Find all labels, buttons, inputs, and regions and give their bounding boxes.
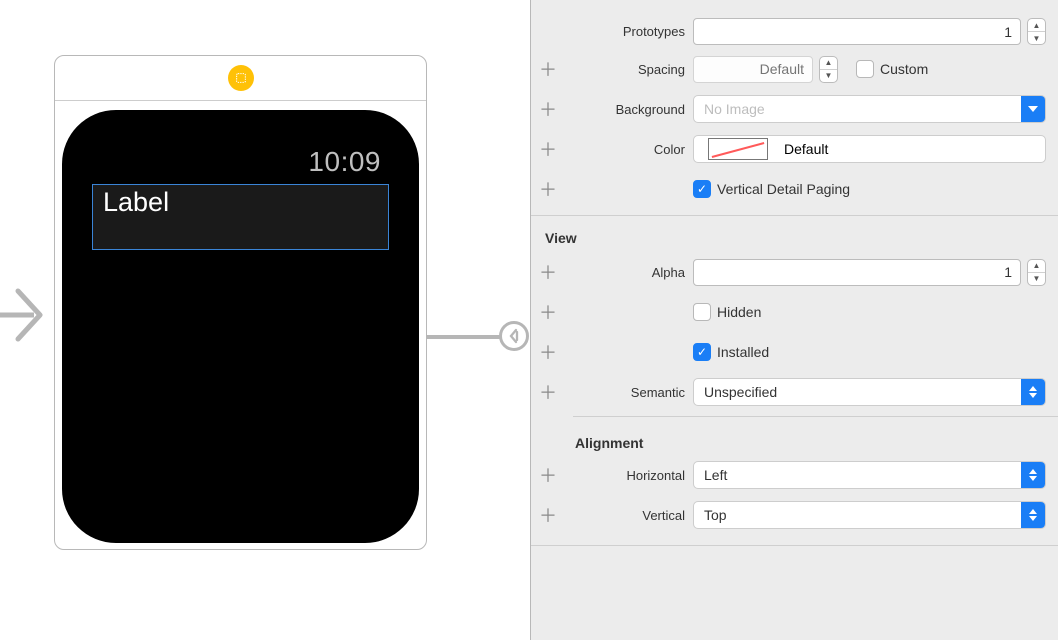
color-swatch-none-icon xyxy=(708,138,768,160)
horizontal-value: Left xyxy=(694,467,1021,483)
add-attribute-button[interactable]: ＋ xyxy=(531,56,565,82)
segue-exit-icon xyxy=(499,321,529,351)
row-installed: ＋ ✓ Installed xyxy=(531,332,1058,372)
dropdown-updown-icon xyxy=(1021,502,1045,528)
storyboard-canvas[interactable]: 10:09 Label xyxy=(0,0,530,640)
view-section-title: View xyxy=(531,216,1058,252)
watch-interface-scene[interactable]: 10:09 Label xyxy=(54,55,427,550)
label-element-selected[interactable]: Label xyxy=(92,184,389,250)
add-attribute-button[interactable]: ＋ xyxy=(531,259,565,285)
alpha-input[interactable] xyxy=(693,259,1021,286)
row-alpha: ＋ Alpha ▲ ▼ xyxy=(531,252,1058,292)
spacing-stepper[interactable]: ▲ ▼ xyxy=(819,56,838,83)
spacing-label: Spacing xyxy=(565,62,693,77)
watch-screen[interactable]: 10:09 Label xyxy=(62,110,419,543)
background-label: Background xyxy=(565,102,693,117)
row-vertical: ＋ Vertical Top xyxy=(531,495,1058,535)
stepper-down-icon[interactable]: ▼ xyxy=(1028,273,1045,285)
prototypes-stepper[interactable]: ▲ ▼ xyxy=(1027,18,1046,45)
prototypes-label: Prototypes xyxy=(565,24,693,39)
row-prototypes: Prototypes ▲ ▼ xyxy=(531,0,1058,49)
row-background: ＋ Background No Image xyxy=(531,89,1058,129)
vertical-label: Vertical xyxy=(565,508,693,523)
installed-label: Installed xyxy=(717,344,769,360)
background-select[interactable]: No Image xyxy=(693,95,1046,123)
segue-arrow-in xyxy=(0,275,52,358)
subsection-divider xyxy=(573,416,1058,417)
segue-line-out xyxy=(426,335,506,339)
status-time: 10:09 xyxy=(92,140,389,178)
horizontal-select[interactable]: Left xyxy=(693,461,1046,489)
add-attribute-button[interactable]: ＋ xyxy=(531,96,565,122)
background-value: No Image xyxy=(694,101,1021,117)
custom-spacing-label: Custom xyxy=(880,61,928,77)
section-divider xyxy=(531,545,1058,546)
stepper-up-icon[interactable]: ▲ xyxy=(820,57,837,70)
stepper-up-icon[interactable]: ▲ xyxy=(1028,260,1045,273)
vertical-paging-label: Vertical Detail Paging xyxy=(717,181,850,197)
add-attribute-button[interactable]: ＋ xyxy=(531,339,565,365)
color-value: Default xyxy=(778,141,1037,157)
add-attribute-button[interactable]: ＋ xyxy=(531,379,565,405)
hidden-label: Hidden xyxy=(717,304,761,320)
row-hidden: ＋ Hidden xyxy=(531,292,1058,332)
alignment-section-title: Alignment xyxy=(531,421,1058,455)
scene-titlebar[interactable] xyxy=(55,56,426,101)
semantic-label: Semantic xyxy=(565,385,693,400)
alpha-stepper[interactable]: ▲ ▼ xyxy=(1027,259,1046,286)
custom-spacing-checkbox[interactable] xyxy=(856,60,874,78)
stepper-up-icon[interactable]: ▲ xyxy=(1028,19,1045,32)
semantic-select[interactable]: Unspecified xyxy=(693,378,1046,406)
dropdown-updown-icon xyxy=(1021,379,1045,405)
color-select[interactable]: Default xyxy=(693,135,1046,163)
row-spacing: ＋ Spacing ▲ ▼ Custom xyxy=(531,49,1058,89)
dropdown-arrow-icon xyxy=(1021,96,1045,122)
vertical-select[interactable]: Top xyxy=(693,501,1046,529)
horizontal-label: Horizontal xyxy=(565,468,693,483)
row-color: ＋ Color Default xyxy=(531,129,1058,169)
add-attribute-button[interactable]: ＋ xyxy=(531,502,565,528)
add-attribute-button[interactable]: ＋ xyxy=(531,136,565,162)
dropdown-updown-icon xyxy=(1037,143,1045,155)
color-label: Color xyxy=(565,142,693,157)
row-vertical-paging: ＋ ✓ Vertical Detail Paging xyxy=(531,169,1058,209)
add-attribute-button[interactable]: ＋ xyxy=(531,176,565,202)
row-semantic: ＋ Semantic Unspecified xyxy=(531,372,1058,412)
vertical-value: Top xyxy=(694,507,1021,523)
add-attribute-button[interactable]: ＋ xyxy=(531,299,565,325)
add-attribute-button[interactable]: ＋ xyxy=(531,462,565,488)
row-horizontal: ＋ Horizontal Left xyxy=(531,455,1058,495)
stepper-down-icon[interactable]: ▼ xyxy=(820,70,837,82)
hidden-checkbox[interactable] xyxy=(693,303,711,321)
vertical-paging-checkbox[interactable]: ✓ xyxy=(693,180,711,198)
semantic-value: Unspecified xyxy=(694,384,1021,400)
alpha-label: Alpha xyxy=(565,265,693,280)
spacing-input[interactable] xyxy=(693,56,813,83)
interface-controller-icon xyxy=(228,65,254,91)
prototypes-input[interactable] xyxy=(693,18,1021,45)
installed-checkbox[interactable]: ✓ xyxy=(693,343,711,361)
stepper-down-icon[interactable]: ▼ xyxy=(1028,32,1045,44)
attributes-inspector: Prototypes ▲ ▼ ＋ Spacing ▲ ▼ Custom ＋ Ba… xyxy=(530,0,1058,640)
dropdown-updown-icon xyxy=(1021,462,1045,488)
